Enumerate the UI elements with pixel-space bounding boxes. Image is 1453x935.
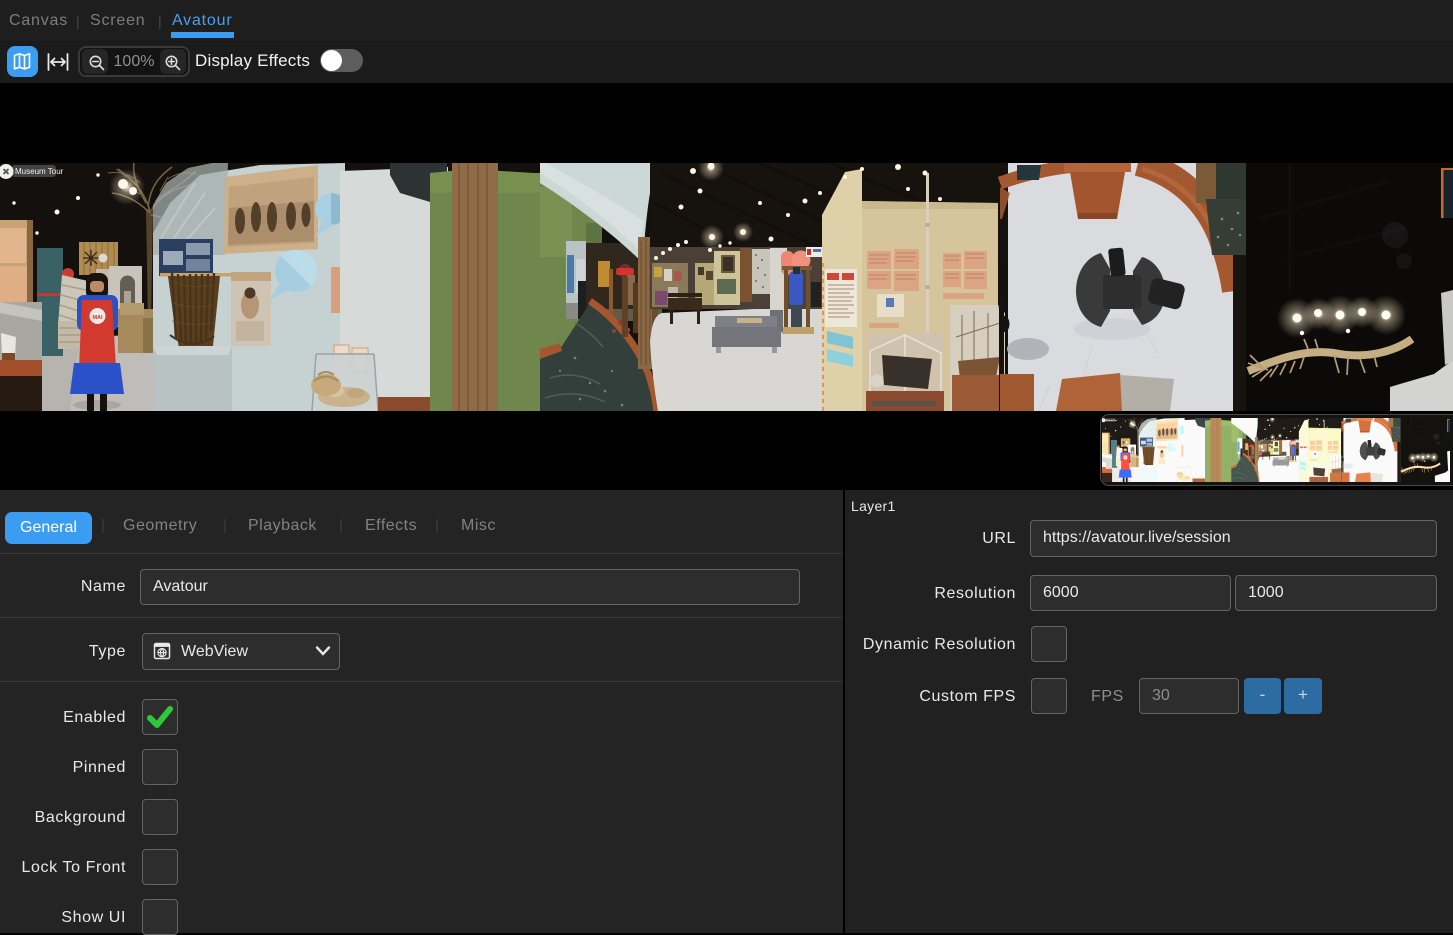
- svg-text:Museum Tour: Museum Tour: [15, 167, 64, 176]
- svg-text:MAI: MAI: [92, 315, 103, 321]
